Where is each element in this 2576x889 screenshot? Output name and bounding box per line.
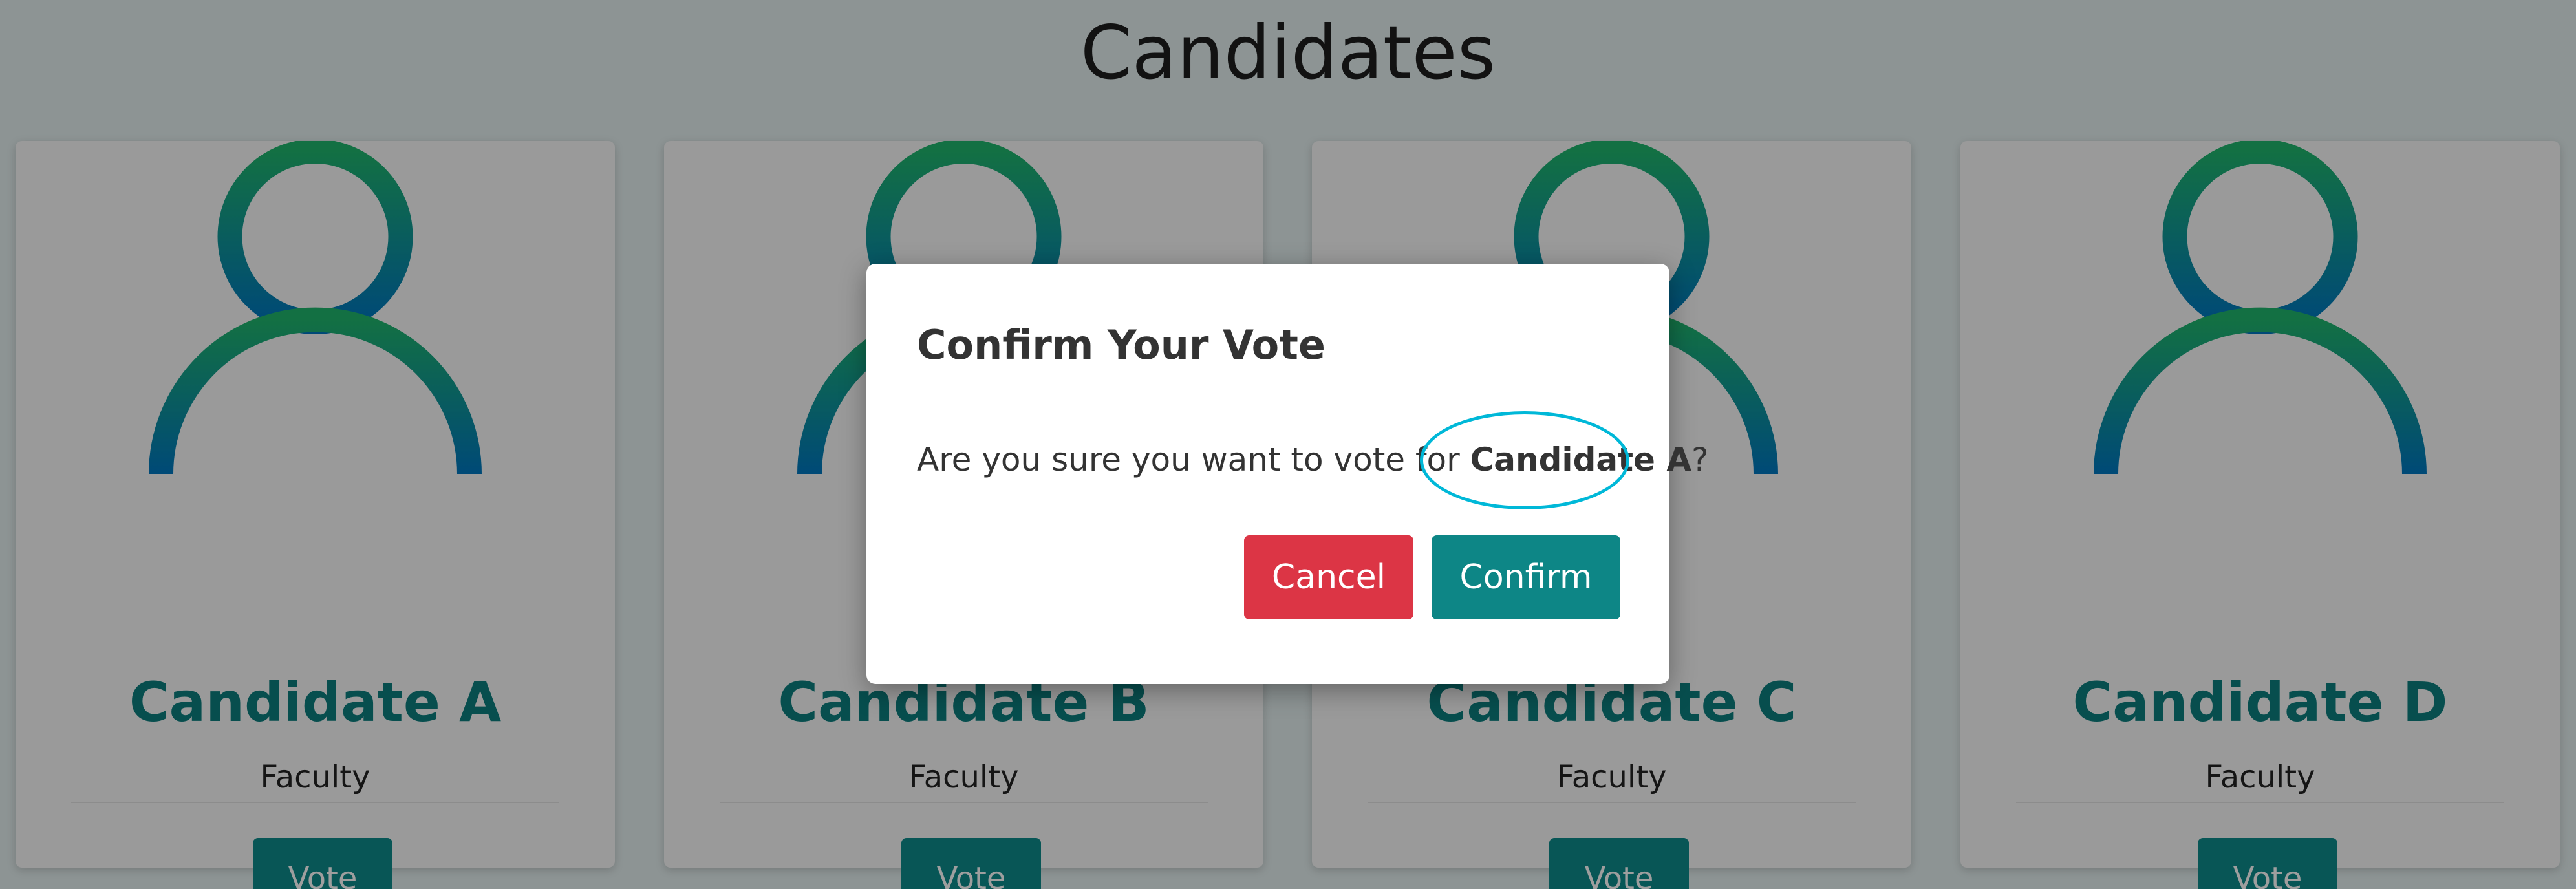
highlight-annotation [1420,411,1629,509]
dialog-message-suffix: ? [1691,441,1709,478]
confirm-button[interactable]: Confirm [1432,535,1620,619]
confirm-vote-dialog: Confirm Your Vote Are you sure you want … [866,264,1709,684]
dialog-message-prefix: Are you sure you want to vote for [917,441,1460,478]
cancel-button[interactable]: Cancel [1244,535,1413,619]
dialog-title: Confirm Your Vote [917,321,1326,369]
